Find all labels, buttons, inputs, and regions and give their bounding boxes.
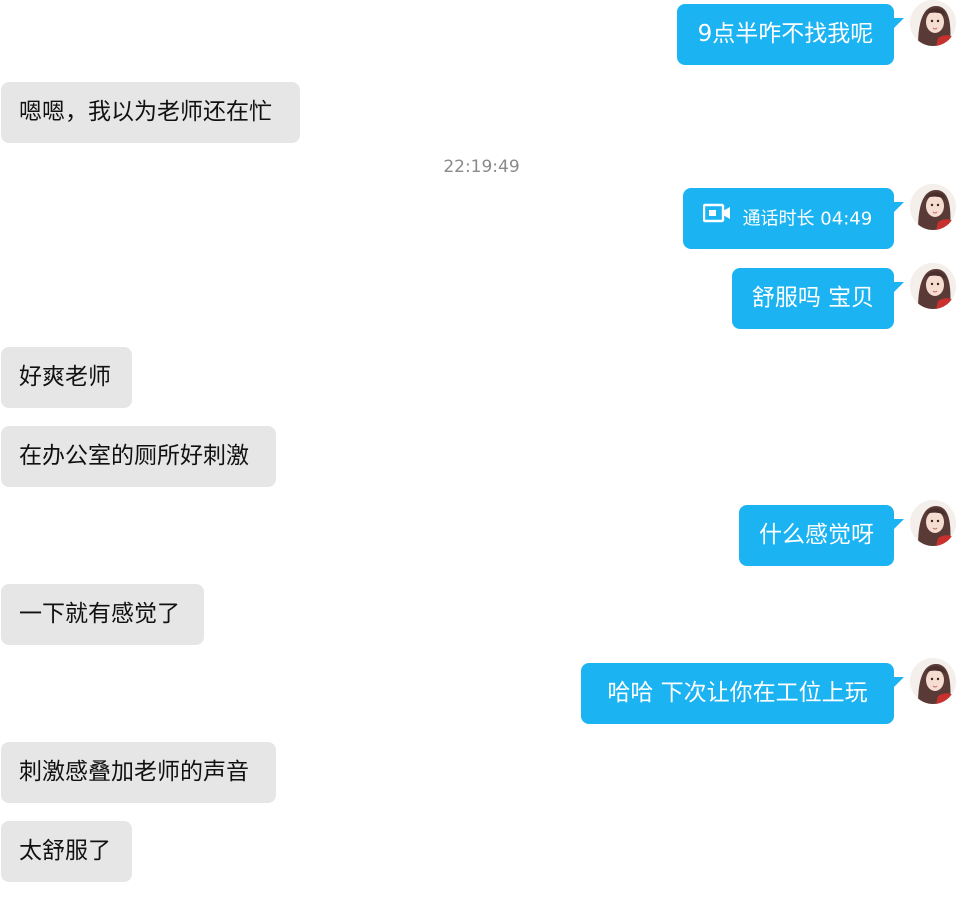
avatar-portrait-icon	[910, 500, 956, 546]
message-timestamp: 22:19:49	[443, 157, 520, 177]
message-text: 在办公室的厕所好刺激	[19, 443, 249, 469]
incoming-message-bubble[interactable]: 一下就有感觉了	[1, 584, 204, 645]
incoming-message-bubble[interactable]: 好爽老师	[1, 347, 132, 408]
call-duration-text: 通话时长 04:49	[742, 208, 873, 230]
incoming-message-bubble[interactable]: 在办公室的厕所好刺激	[1, 426, 276, 487]
message-text: 刺激感叠加老师的声音	[19, 759, 249, 785]
message-text: 9点半咋不找我呢	[697, 21, 874, 47]
user-avatar[interactable]	[910, 184, 956, 230]
user-avatar[interactable]	[910, 263, 956, 309]
message-text: 哈哈 下次让你在工位上玩	[607, 680, 868, 706]
outgoing-message-bubble[interactable]: 什么感觉呀	[739, 505, 904, 566]
message-text: 什么感觉呀	[759, 522, 874, 548]
outgoing-message-bubble[interactable]: 9点半咋不找我呢	[677, 4, 904, 65]
avatar-portrait-icon	[910, 658, 956, 704]
incoming-message-bubble[interactable]: 刺激感叠加老师的声音	[1, 742, 276, 803]
avatar-portrait-icon	[910, 263, 956, 309]
outgoing-message-bubble[interactable]: 哈哈 下次让你在工位上玩	[581, 663, 904, 724]
incoming-message-bubble[interactable]: 太舒服了	[1, 821, 132, 882]
message-text: 嗯嗯，我以为老师还在忙	[19, 99, 272, 125]
message-text: 舒服吗 宝贝	[751, 285, 875, 311]
message-text: 好爽老师	[19, 364, 111, 390]
avatar-portrait-icon	[910, 184, 956, 230]
incoming-message-bubble[interactable]: 嗯嗯，我以为老师还在忙	[1, 82, 300, 143]
message-text: 太舒服了	[19, 838, 111, 864]
outgoing-message-bubble[interactable]: 舒服吗 宝贝	[732, 268, 904, 329]
avatar-portrait-icon	[910, 0, 956, 46]
message-text: 一下就有感觉了	[19, 601, 180, 627]
user-avatar[interactable]	[910, 658, 956, 704]
video-call-record-bubble[interactable]: 通话时长 04:49	[683, 187, 904, 249]
user-avatar[interactable]	[910, 500, 956, 546]
user-avatar[interactable]	[910, 0, 956, 46]
video-camera-icon	[702, 187, 731, 248]
